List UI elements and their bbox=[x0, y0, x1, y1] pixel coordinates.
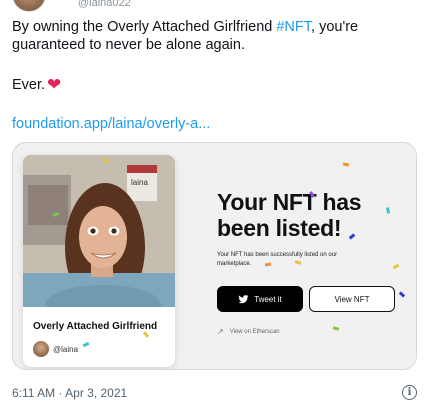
heart-icon: ❤ bbox=[47, 75, 62, 94]
image-sign-text: laina bbox=[131, 178, 148, 187]
tweet-text-ever: Ever. bbox=[12, 77, 46, 93]
view-nft-label: View NFT bbox=[334, 294, 370, 304]
tweet-link[interactable]: foundation.app/laina/overly-a... bbox=[12, 116, 210, 132]
nft-owner-handle: @laina bbox=[53, 345, 79, 354]
tweet-text-line1: By owning the Overly Attached Girlfriend… bbox=[12, 18, 412, 37]
author-handle[interactable]: @laina022 bbox=[78, 0, 131, 9]
tweet-it-label: Tweet it bbox=[254, 294, 282, 304]
external-link-icon: ↗ bbox=[217, 327, 224, 336]
bird-icon bbox=[238, 294, 249, 303]
hashtag-link[interactable]: #NFT bbox=[276, 19, 311, 35]
link-preview-card[interactable]: laina Overly Attached Girlfriend @laina … bbox=[12, 142, 417, 370]
nft-card[interactable]: laina Overly Attached Girlfriend @laina bbox=[23, 155, 175, 367]
tweet-text-line2: guaranteed to never be alone again. bbox=[12, 37, 245, 53]
confetti bbox=[332, 326, 340, 331]
listing-subtext: Your NFT has been successfully listed on… bbox=[217, 252, 338, 267]
tweet-text-part1: By owning the Overly Attached Girlfriend bbox=[12, 19, 277, 35]
nft-image: laina bbox=[23, 155, 175, 307]
confetti bbox=[342, 162, 350, 167]
author-avatar[interactable] bbox=[12, 0, 46, 12]
nft-title: Overly Attached Girlfriend bbox=[33, 321, 158, 332]
tweet-timestamp[interactable]: 6:11 AM · Apr 3, 2021 bbox=[12, 386, 127, 400]
etherscan-label: View on Etherscan bbox=[229, 328, 280, 335]
nft-owner-avatar bbox=[33, 341, 49, 357]
confetti bbox=[392, 263, 400, 270]
tweet-text-part2: , you're bbox=[311, 19, 359, 35]
tweet-it-button[interactable]: Tweet it bbox=[217, 286, 303, 312]
confetti bbox=[398, 291, 406, 298]
info-icon[interactable]: i bbox=[402, 385, 417, 400]
view-on-etherscan-link[interactable]: ↗ View on Etherscan bbox=[217, 327, 280, 336]
view-nft-button[interactable]: View NFT bbox=[309, 286, 395, 312]
nft-image-illustration: laina bbox=[23, 155, 175, 307]
